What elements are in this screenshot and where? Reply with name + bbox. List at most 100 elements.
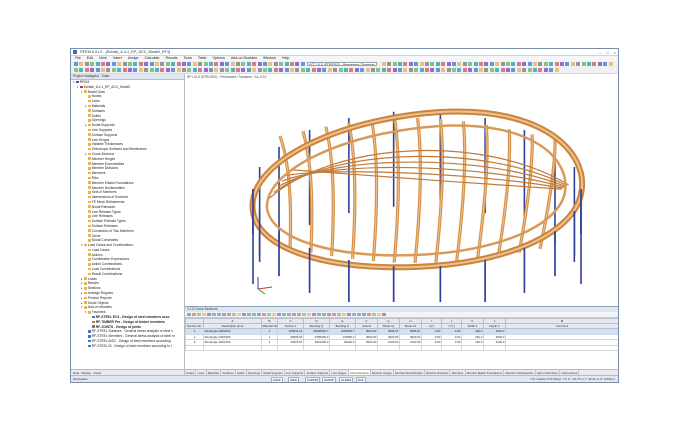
toolbar-tool-icon[interactable] [117, 68, 122, 72]
table-tool-icon[interactable] [242, 312, 246, 317]
toolbar-tool-icon[interactable] [479, 62, 483, 66]
toolbar-tool-icon[interactable] [263, 68, 267, 72]
toolbar-tool-icon[interactable] [311, 68, 316, 72]
toolbar-tool-icon[interactable] [381, 62, 386, 66]
toolbar-tool-icon[interactable] [554, 68, 559, 72]
table-tool-icon[interactable] [347, 312, 351, 317]
toolbar-tool-icon[interactable] [403, 68, 408, 72]
toolbar-tool-icon[interactable] [300, 62, 305, 66]
table-tool-icon[interactable] [337, 312, 341, 317]
toolbar-tool-icon[interactable] [155, 68, 159, 72]
toolbar-tool-icon[interactable] [376, 68, 381, 72]
toolbar-tool-icon[interactable] [327, 68, 332, 72]
toolbar-tool-icon[interactable] [457, 68, 462, 72]
toolbar-tool-icon[interactable] [408, 62, 413, 66]
toolbar-tool-icon[interactable] [236, 68, 240, 72]
toolbar-tool-icon[interactable] [425, 68, 429, 72]
toolbar-tool-icon[interactable] [446, 62, 451, 66]
toolbar-tool-icon[interactable] [209, 68, 213, 72]
toolbar-tool-icon[interactable] [128, 62, 132, 66]
toolbar-tool-icon[interactable] [349, 68, 354, 72]
toolbar-tool-icon[interactable] [392, 68, 397, 72]
cell-it[interactable] [277, 344, 304, 352]
toolbar-tool-icon[interactable] [198, 62, 203, 66]
toolbar-tool-icon[interactable] [225, 68, 230, 72]
toolbar-tool-icon[interactable] [446, 68, 451, 72]
toolbar-tool-icon[interactable] [527, 62, 532, 66]
toolbar-tool-icon[interactable] [111, 68, 116, 72]
toolbar-tool-icon[interactable] [603, 62, 608, 66]
toolbar-tool-icon[interactable] [484, 68, 489, 72]
cell-mat[interactable] [261, 344, 278, 352]
toolbar-tool-icon[interactable] [333, 68, 338, 72]
toolbar-tool-icon[interactable] [160, 68, 165, 72]
table-tool-icon[interactable] [192, 312, 196, 317]
table-tool-icon[interactable] [362, 312, 366, 317]
toolbar-tool-icon[interactable] [371, 68, 375, 72]
toolbar-tool-icon[interactable] [338, 68, 343, 72]
table-tool-icon[interactable] [212, 312, 216, 317]
toolbar-tool-icon[interactable] [522, 62, 527, 66]
cell-b[interactable] [461, 344, 484, 352]
toolbar-tool-icon[interactable] [516, 62, 521, 66]
table-tool-icon[interactable] [257, 312, 261, 317]
toolbar-tool-icon[interactable] [473, 68, 478, 72]
toolbar-tool-icon[interactable] [252, 62, 257, 66]
toolbar-tool-icon[interactable] [290, 68, 294, 72]
toolbar-tool-icon[interactable] [565, 62, 570, 66]
table-tool-icon[interactable] [272, 312, 276, 317]
toolbar-tool-icon[interactable] [419, 68, 424, 72]
table-tool-icon[interactable] [382, 312, 386, 317]
table-tool-icon[interactable] [202, 312, 206, 317]
toolbar-tool-icon[interactable] [317, 68, 321, 72]
toolbar-tool-icon[interactable] [533, 62, 537, 66]
toolbar-tool-icon[interactable] [187, 62, 192, 66]
toolbar-tool-icon[interactable] [506, 62, 510, 66]
toolbar-tool-icon[interactable] [344, 68, 348, 72]
toolbar-tool-icon[interactable] [128, 68, 132, 72]
toolbar-tool-icon[interactable] [176, 68, 181, 72]
toolbar-tool-icon[interactable] [263, 62, 267, 66]
cell-comment[interactable] [505, 344, 618, 352]
toolbar-tool-icon[interactable] [592, 62, 597, 66]
toolbar-tool-icon[interactable] [365, 68, 370, 72]
cell-iz[interactable] [329, 344, 356, 352]
toolbar-tool-icon[interactable] [84, 68, 89, 72]
close-button[interactable]: × [614, 50, 616, 55]
table-tool-icon[interactable] [207, 312, 211, 317]
toolbar-tool-icon[interactable] [408, 68, 413, 72]
toolbar-tool-icon[interactable] [441, 62, 446, 66]
toolbar-tool-icon[interactable] [306, 68, 311, 72]
table-tool-icon[interactable] [262, 312, 266, 317]
cell-h[interactable] [483, 344, 506, 352]
toolbar-tool-icon[interactable] [214, 68, 219, 72]
toolbar-tool-icon[interactable] [549, 68, 554, 72]
toolbar-tool-icon[interactable] [468, 62, 473, 66]
toolbar-tool-icon[interactable] [279, 68, 284, 72]
toolbar-tool-icon[interactable] [403, 62, 408, 66]
toolbar-tool-icon[interactable] [192, 62, 197, 66]
toolbar-tool-icon[interactable] [300, 68, 305, 72]
toolbar-tool-icon[interactable] [122, 62, 127, 66]
toolbar-tool-icon[interactable] [419, 62, 424, 66]
table-tool-icon[interactable] [377, 312, 381, 317]
table-tool-icon[interactable] [372, 312, 376, 317]
status-toggle-snap[interactable]: SNAP [271, 376, 283, 382]
toolbar-tool-icon[interactable] [414, 62, 419, 66]
table-tool-icon[interactable] [197, 312, 201, 317]
table-tool-icon[interactable] [327, 312, 331, 317]
toolbar-tool-icon[interactable] [462, 62, 467, 66]
toolbar-tool-icon[interactable] [608, 62, 613, 66]
table-tool-icon[interactable] [232, 312, 236, 317]
toolbar-tool-icon[interactable] [549, 62, 554, 66]
toolbar-tool-icon[interactable] [219, 68, 224, 72]
toolbar-tool-icon[interactable] [176, 62, 181, 66]
toolbar-tool-icon[interactable] [597, 62, 602, 66]
toolbar-tool-icon[interactable] [284, 68, 289, 72]
toolbar-tool-icon[interactable] [452, 62, 456, 66]
column-header[interactable]: Material No. [261, 323, 278, 329]
table-row[interactable] [185, 344, 618, 352]
status-toggle-cartes[interactable]: CARTES [305, 376, 321, 382]
table-tool-icon[interactable] [287, 312, 291, 317]
toolbar-tool-icon[interactable] [74, 62, 78, 66]
